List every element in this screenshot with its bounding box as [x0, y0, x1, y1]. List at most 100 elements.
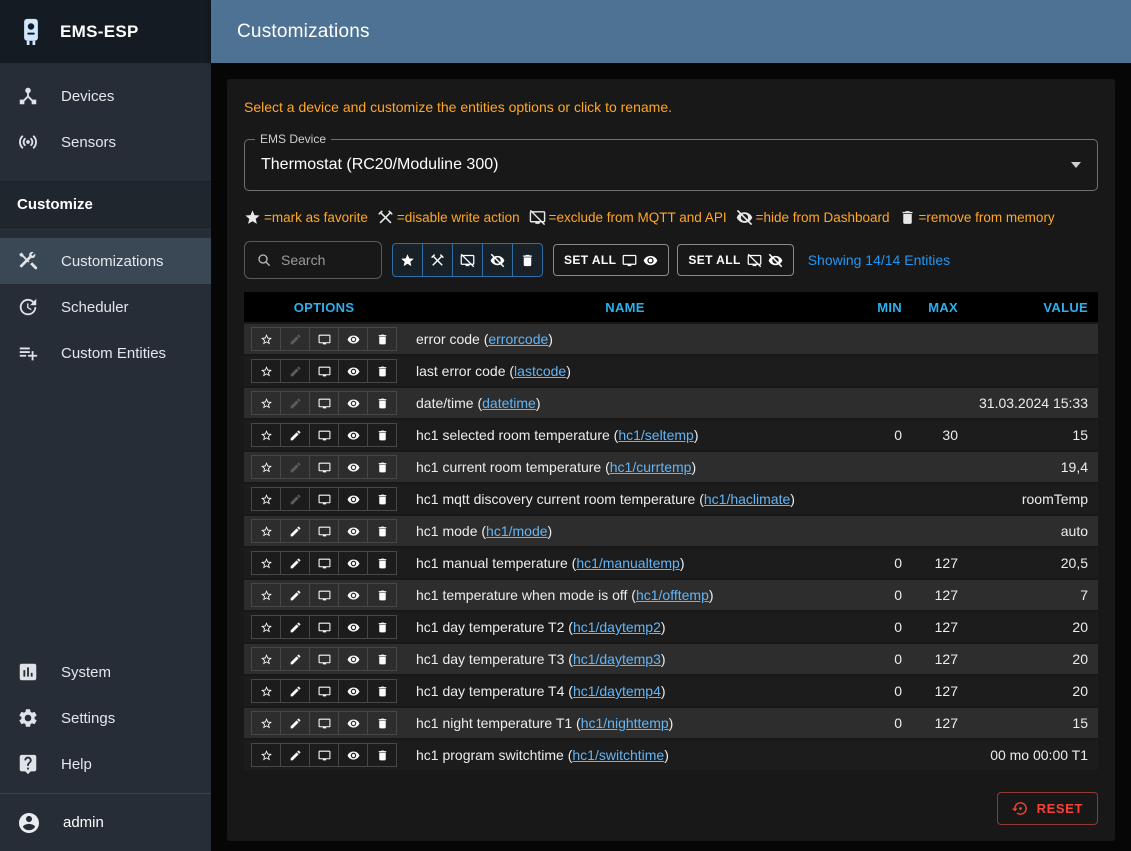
set-all-button-1[interactable]: SET ALL	[553, 244, 669, 276]
entity-name[interactable]: hc1 mqtt discovery current room temperat…	[404, 491, 846, 507]
visibility-button[interactable]	[338, 391, 368, 415]
mqtt-button[interactable]	[309, 487, 339, 511]
entity-name[interactable]: hc1 day temperature T2 (hc1/daytemp2)	[404, 619, 846, 635]
mqtt-button[interactable]	[309, 743, 339, 767]
entity-link[interactable]: hc1/haclimate	[704, 491, 790, 507]
search-box[interactable]	[244, 241, 382, 279]
visibility-button[interactable]	[338, 423, 368, 447]
entity-link[interactable]: hc1/daytemp3	[573, 651, 661, 667]
edit-button[interactable]	[280, 327, 310, 351]
sidebar-item-help[interactable]: Help	[0, 741, 211, 787]
visibility-button[interactable]	[338, 551, 368, 575]
delete-button[interactable]	[367, 455, 397, 479]
entity-link[interactable]: hc1/currtemp	[610, 459, 692, 475]
entity-link[interactable]: hc1/offtemp	[636, 587, 709, 603]
sidebar-user[interactable]: admin	[0, 793, 211, 851]
favorite-button[interactable]	[251, 679, 281, 703]
entity-name[interactable]: hc1 manual temperature (hc1/manualtemp)	[404, 555, 846, 571]
visibility-button[interactable]	[338, 615, 368, 639]
sidebar-item-customizations[interactable]: Customizations	[0, 238, 211, 284]
favorite-button[interactable]	[251, 711, 281, 735]
visibility-button[interactable]	[338, 487, 368, 511]
favorite-button[interactable]	[251, 519, 281, 543]
delete-button[interactable]	[367, 679, 397, 703]
sidebar-item-settings[interactable]: Settings	[0, 695, 211, 741]
entity-link[interactable]: datetime	[482, 395, 536, 411]
mqtt-button[interactable]	[309, 359, 339, 383]
visibility-button[interactable]	[338, 455, 368, 479]
filter-disable-write-button[interactable]	[422, 243, 453, 277]
entity-name[interactable]: hc1 day temperature T4 (hc1/daytemp4)	[404, 683, 846, 699]
favorite-button[interactable]	[251, 391, 281, 415]
mqtt-button[interactable]	[309, 615, 339, 639]
favorite-button[interactable]	[251, 647, 281, 671]
delete-button[interactable]	[367, 551, 397, 575]
entity-name[interactable]: hc1 current room temperature (hc1/currte…	[404, 459, 846, 475]
mqtt-button[interactable]	[309, 327, 339, 351]
edit-button[interactable]	[280, 711, 310, 735]
entity-name[interactable]: hc1 night temperature T1 (hc1/nighttemp)	[404, 715, 846, 731]
visibility-button[interactable]	[338, 647, 368, 671]
delete-button[interactable]	[367, 359, 397, 383]
edit-button[interactable]	[280, 359, 310, 383]
delete-button[interactable]	[367, 647, 397, 671]
entity-name[interactable]: error code (errorcode)	[404, 331, 846, 347]
entity-name[interactable]: hc1 temperature when mode is off (hc1/of…	[404, 587, 846, 603]
search-input[interactable]	[281, 252, 369, 268]
entity-name[interactable]: last error code (lastcode)	[404, 363, 846, 379]
filter-mqtt-off-button[interactable]	[452, 243, 483, 277]
edit-button[interactable]	[280, 487, 310, 511]
reset-button[interactable]: RESET	[997, 792, 1098, 825]
delete-button[interactable]	[367, 391, 397, 415]
sidebar-item-scheduler[interactable]: Scheduler	[0, 284, 211, 330]
mqtt-button[interactable]	[309, 647, 339, 671]
entity-link[interactable]: hc1/daytemp2	[573, 619, 661, 635]
favorite-button[interactable]	[251, 551, 281, 575]
edit-button[interactable]	[280, 455, 310, 479]
delete-button[interactable]	[367, 615, 397, 639]
mqtt-button[interactable]	[309, 391, 339, 415]
entity-link[interactable]: hc1/switchtime	[572, 747, 664, 763]
visibility-button[interactable]	[338, 711, 368, 735]
filter-visibility-off-button[interactable]	[482, 243, 513, 277]
delete-button[interactable]	[367, 711, 397, 735]
filter-delete-button[interactable]	[512, 243, 543, 277]
sidebar-item-sensors[interactable]: Sensors	[0, 119, 211, 165]
edit-button[interactable]	[280, 743, 310, 767]
edit-button[interactable]	[280, 519, 310, 543]
entity-link[interactable]: errorcode	[488, 331, 548, 347]
favorite-button[interactable]	[251, 359, 281, 383]
entity-link[interactable]: hc1/daytemp4	[573, 683, 661, 699]
edit-button[interactable]	[280, 615, 310, 639]
mqtt-button[interactable]	[309, 711, 339, 735]
visibility-button[interactable]	[338, 327, 368, 351]
favorite-button[interactable]	[251, 583, 281, 607]
sidebar-item-system[interactable]: System	[0, 649, 211, 695]
entity-link[interactable]: hc1/seltemp	[618, 427, 693, 443]
sidebar-item-custom-entities[interactable]: Custom Entities	[0, 330, 211, 376]
ems-device-select[interactable]: EMS Device Thermostat (RC20/Moduline 300…	[244, 139, 1098, 191]
delete-button[interactable]	[367, 423, 397, 447]
delete-button[interactable]	[367, 327, 397, 351]
entity-name[interactable]: hc1 program switchtime (hc1/switchtime)	[404, 747, 846, 763]
visibility-button[interactable]	[338, 359, 368, 383]
edit-button[interactable]	[280, 647, 310, 671]
favorite-button[interactable]	[251, 423, 281, 447]
delete-button[interactable]	[367, 519, 397, 543]
edit-button[interactable]	[280, 551, 310, 575]
delete-button[interactable]	[367, 583, 397, 607]
edit-button[interactable]	[280, 423, 310, 447]
mqtt-button[interactable]	[309, 519, 339, 543]
mqtt-button[interactable]	[309, 455, 339, 479]
edit-button[interactable]	[280, 391, 310, 415]
delete-button[interactable]	[367, 743, 397, 767]
filter-star-button[interactable]	[392, 243, 423, 277]
entity-link[interactable]: hc1/mode	[486, 523, 547, 539]
visibility-button[interactable]	[338, 743, 368, 767]
entity-name[interactable]: date/time (datetime)	[404, 395, 846, 411]
mqtt-button[interactable]	[309, 551, 339, 575]
edit-button[interactable]	[280, 679, 310, 703]
delete-button[interactable]	[367, 487, 397, 511]
favorite-button[interactable]	[251, 743, 281, 767]
favorite-button[interactable]	[251, 487, 281, 511]
